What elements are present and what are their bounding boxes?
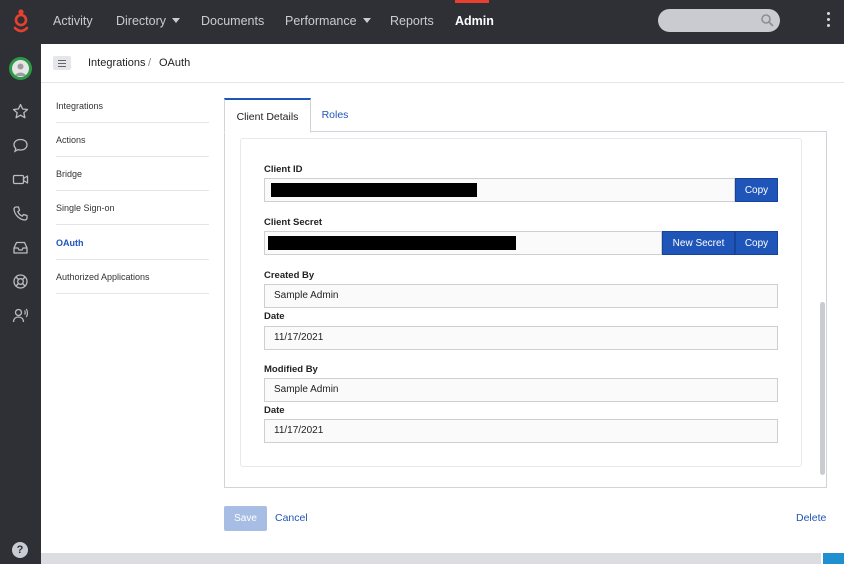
- client-secret-label: Client Secret: [264, 217, 323, 228]
- breadcrumb-separator: /: [148, 57, 152, 69]
- delete-link[interactable]: Delete: [796, 512, 826, 524]
- copy-client-secret-button[interactable]: Copy: [735, 231, 778, 255]
- bottom-accent-tab[interactable]: [823, 553, 844, 564]
- cancel-link[interactable]: Cancel: [275, 512, 308, 524]
- nav-label: Activity: [53, 14, 93, 28]
- save-button[interactable]: Save: [224, 506, 267, 531]
- user-avatar-icon: [14, 63, 27, 76]
- created-by-field: Sample Admin: [264, 284, 778, 308]
- search-icon[interactable]: [760, 13, 774, 27]
- copy-client-id-button[interactable]: Copy: [735, 178, 778, 202]
- nav-reports[interactable]: Reports: [390, 0, 434, 44]
- caret-down-icon: [362, 18, 371, 24]
- left-rail: ?: [0, 44, 41, 564]
- scrollbar-thumb[interactable]: [820, 302, 825, 475]
- nav-activity[interactable]: Activity: [53, 0, 93, 44]
- nav-label: Admin: [455, 14, 494, 28]
- sidenav-item-bridge[interactable]: Bridge: [56, 157, 209, 191]
- nav-label: Directory: [116, 14, 167, 28]
- user-voice-icon[interactable]: [12, 307, 29, 324]
- avatar[interactable]: [9, 57, 32, 80]
- breadcrumb-oauth: OAuth: [159, 57, 191, 69]
- caret-down-icon: [172, 18, 181, 24]
- sidenav-item-integrations[interactable]: Integrations: [56, 89, 209, 123]
- star-icon[interactable]: [12, 103, 29, 120]
- sidenav-item-actions[interactable]: Actions: [56, 123, 209, 157]
- tab-roles[interactable]: Roles: [311, 98, 359, 132]
- modified-by-label: Modified By: [264, 364, 318, 375]
- redaction-block: [271, 183, 477, 197]
- nav-admin[interactable]: Admin: [455, 0, 494, 44]
- modified-date-field: 11/17/2021: [264, 419, 778, 443]
- sidenav-item-authorized-applications[interactable]: Authorized Applications: [56, 260, 209, 294]
- nav-documents[interactable]: Documents: [201, 0, 264, 44]
- tab-client-details[interactable]: Client Details: [224, 98, 311, 133]
- nav-performance[interactable]: Performance: [285, 0, 371, 44]
- nav-label: Documents: [201, 14, 265, 28]
- redaction-block: [268, 236, 516, 250]
- created-by-label: Created By: [264, 270, 315, 281]
- nav-label: Reports: [390, 14, 434, 28]
- more-menu-icon[interactable]: [822, 12, 834, 32]
- nav-label: Performance: [285, 14, 357, 28]
- client-id-field[interactable]: [264, 178, 735, 202]
- phone-icon[interactable]: [12, 205, 29, 222]
- top-bar: Activity Directory Documents Performance…: [0, 0, 844, 44]
- chat-icon[interactable]: [12, 137, 29, 154]
- genesys-logo-icon[interactable]: [10, 8, 32, 36]
- video-icon[interactable]: [12, 171, 29, 188]
- search-input[interactable]: [658, 9, 780, 32]
- created-date-label: Date: [264, 311, 285, 322]
- bottom-status-strip: [41, 553, 821, 564]
- client-secret-field[interactable]: [264, 231, 662, 255]
- menu-toggle-icon[interactable]: [53, 56, 71, 70]
- created-date-field: 11/17/2021: [264, 326, 778, 350]
- active-nav-indicator: [455, 0, 489, 3]
- client-id-label: Client ID: [264, 164, 303, 175]
- modified-date-label: Date: [264, 405, 285, 416]
- nav-directory[interactable]: Directory: [116, 0, 181, 44]
- breadcrumb-integrations[interactable]: Integrations: [88, 57, 145, 69]
- lifebuoy-icon[interactable]: [12, 273, 29, 290]
- modified-by-field: Sample Admin: [264, 378, 778, 402]
- sidenav-item-oauth[interactable]: OAuth: [56, 226, 209, 260]
- page-header: Integrations / OAuth: [41, 44, 844, 83]
- new-secret-button[interactable]: New Secret: [662, 231, 735, 255]
- sidenav-item-single-sign-on[interactable]: Single Sign-on: [56, 191, 209, 225]
- help-icon[interactable]: ?: [12, 542, 28, 558]
- inbox-icon[interactable]: [12, 239, 29, 256]
